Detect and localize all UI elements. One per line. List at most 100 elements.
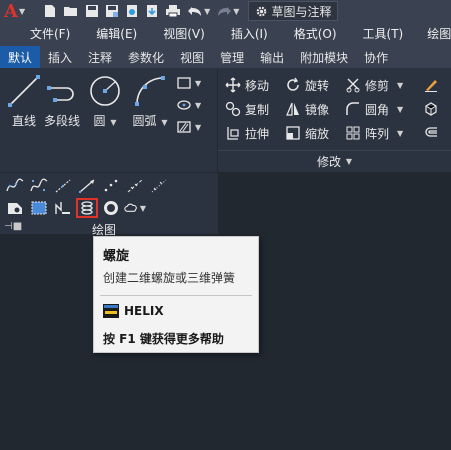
- draw-panel-expanded: ▼ ⊣■ 绘图: [0, 172, 218, 237]
- rectangle-icon: [177, 77, 191, 89]
- menu-insert[interactable]: 插入(I): [219, 25, 282, 42]
- revision-cloud-button[interactable]: ▼: [124, 198, 146, 218]
- tooltip-title: 螺旋: [103, 249, 130, 264]
- divide-button[interactable]: [124, 176, 146, 196]
- copy-button[interactable]: 复制: [224, 98, 269, 120]
- pin-icon[interactable]: ⊣■: [4, 221, 22, 232]
- polyline-label: 多段线: [44, 114, 81, 128]
- explode-button[interactable]: [422, 98, 443, 120]
- menu-file[interactable]: 文件(F): [0, 25, 84, 42]
- tab-insert[interactable]: 插入: [40, 46, 80, 68]
- draw-extra-row-2: ▼: [4, 197, 148, 219]
- gradient-icon: [31, 201, 47, 215]
- printer-icon: [166, 5, 181, 18]
- line-button[interactable]: 直线: [6, 72, 42, 129]
- donut-icon: [104, 201, 118, 215]
- helix-icon: [81, 201, 93, 215]
- save-button[interactable]: [82, 0, 102, 22]
- fillet-icon: [346, 102, 359, 115]
- arc-button[interactable]: 圆弧 ▼: [132, 72, 168, 129]
- construction-line-button[interactable]: [52, 176, 74, 196]
- folder-icon: [64, 7, 78, 16]
- ray-icon: [79, 179, 95, 193]
- construction-line-icon: [55, 179, 71, 193]
- application-menu-button[interactable]: A ▼: [0, 0, 28, 22]
- tab-default[interactable]: 默认: [0, 46, 41, 68]
- draw-small-tools: ▼ ▼ ▼: [174, 72, 201, 138]
- undo-icon: [188, 7, 202, 16]
- scale-button[interactable]: 缩放: [284, 122, 329, 144]
- draw-extra-row-1: [4, 175, 172, 197]
- menu-draw[interactable]: 绘图(D: [417, 25, 451, 42]
- modify-panel: 移动 复制 拉伸 旋转 镜像 缩放 修剪 ▼ 圆角 ▼ 阵列 ▼ 修改 ▼: [218, 68, 451, 172]
- measure-icon: [151, 179, 167, 193]
- plot-button[interactable]: [162, 0, 184, 22]
- chevron-down-icon: ▼: [397, 80, 404, 90]
- chevron-down-icon: ▼: [397, 128, 404, 138]
- menu-edit[interactable]: 编辑(E): [84, 25, 151, 42]
- tab-addins[interactable]: 附加模块: [292, 46, 356, 68]
- menu-format[interactable]: 格式(O): [282, 25, 351, 42]
- tooltip-help: 按 F1 键获得更多帮助: [103, 332, 224, 346]
- chevron-down-icon: ▼: [233, 6, 240, 16]
- spline-fit-button[interactable]: [4, 176, 26, 196]
- gradient-button[interactable]: [28, 198, 50, 218]
- redo-button[interactable]: ▼: [213, 0, 242, 22]
- tab-manage[interactable]: 管理: [212, 46, 252, 68]
- hatch-button[interactable]: ▼: [174, 116, 201, 138]
- menu-tools[interactable]: 工具(T): [351, 25, 418, 42]
- move-button[interactable]: 移动: [224, 74, 269, 96]
- erase-button[interactable]: [422, 74, 443, 96]
- multiple-points-button[interactable]: [100, 176, 122, 196]
- array-icon: [346, 126, 360, 140]
- polyline-button[interactable]: 多段线: [44, 72, 80, 129]
- tab-annotate[interactable]: 注释: [80, 46, 120, 68]
- ellipse-icon: [177, 100, 191, 110]
- offset-icon: [425, 127, 437, 137]
- workspace-switcher[interactable]: 草图与注释: [248, 1, 339, 21]
- mirror-button[interactable]: 镜像: [284, 98, 329, 120]
- helix-tooltip: 螺旋 创建二维螺旋或三维弹簧 HELIX 按 F1 键获得更多帮助: [93, 236, 259, 353]
- chevron-down-icon: ▼: [195, 122, 202, 132]
- line-icon: [8, 75, 40, 107]
- region-button[interactable]: [4, 198, 26, 218]
- modify-panel-title[interactable]: 修改 ▼: [218, 150, 451, 172]
- spline-cv-button[interactable]: [28, 176, 50, 196]
- donut-button[interactable]: [100, 198, 122, 218]
- open-web-button[interactable]: [122, 0, 142, 22]
- fillet-button[interactable]: 圆角 ▼: [344, 98, 403, 120]
- stretch-button[interactable]: 拉伸: [224, 122, 269, 144]
- tooltip-divider: [100, 295, 252, 296]
- save-web-button[interactable]: [142, 0, 162, 22]
- scissors-icon: [346, 78, 360, 93]
- circle-button[interactable]: 圆 ▼: [87, 72, 123, 129]
- copy-icon: [225, 101, 241, 117]
- open-file-button[interactable]: [60, 0, 82, 22]
- ellipse-button[interactable]: ▼: [174, 94, 201, 116]
- boundary-button[interactable]: [52, 198, 74, 218]
- helix-button[interactable]: [76, 198, 98, 218]
- undo-button[interactable]: ▼: [184, 0, 213, 22]
- measure-button[interactable]: [148, 176, 170, 196]
- menu-view[interactable]: 视图(V): [151, 25, 219, 42]
- web-save-icon: [147, 5, 158, 17]
- tab-view[interactable]: 视图: [172, 46, 212, 68]
- rotate-button[interactable]: 旋转: [284, 74, 329, 96]
- rectangle-button[interactable]: ▼: [174, 72, 201, 94]
- tooltip-command: HELIX: [103, 304, 164, 318]
- chevron-down-icon: ▼: [110, 118, 117, 127]
- array-button[interactable]: 阵列 ▼: [344, 122, 403, 144]
- save-as-button[interactable]: [102, 0, 122, 22]
- tab-output[interactable]: 输出: [252, 46, 292, 68]
- new-file-button[interactable]: [40, 0, 60, 22]
- hatch-icon: [177, 121, 191, 133]
- polyline-icon: [47, 86, 74, 102]
- tab-parametric[interactable]: 参数化: [120, 46, 172, 68]
- offset-button[interactable]: [422, 122, 443, 144]
- menu-bar: 文件(F) 编辑(E) 视图(V) 插入(I) 格式(O) 工具(T) 绘图(D: [0, 22, 451, 44]
- workspace-label: 草图与注释: [271, 4, 332, 19]
- tab-collaborate[interactable]: 协作: [356, 46, 396, 68]
- ray-button[interactable]: [76, 176, 98, 196]
- trim-button[interactable]: 修剪 ▼: [344, 74, 403, 96]
- erase-icon: [425, 80, 437, 92]
